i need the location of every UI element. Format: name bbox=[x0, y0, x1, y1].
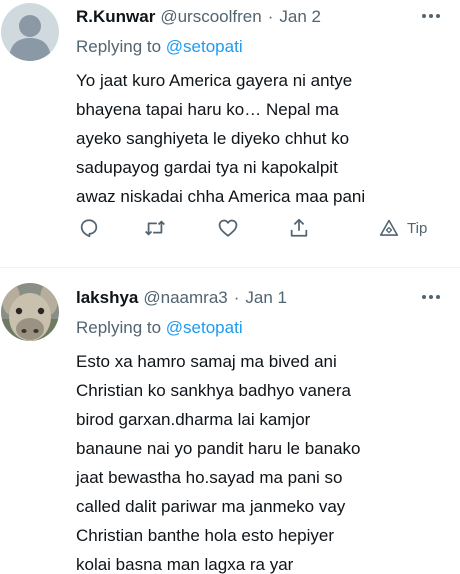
avatar-column bbox=[0, 0, 76, 267]
donkey-photo-avatar bbox=[1, 283, 59, 341]
tip-button[interactable]: Tip bbox=[379, 208, 427, 248]
more-icon bbox=[422, 14, 440, 18]
more-options-button[interactable] bbox=[418, 286, 444, 308]
tweet[interactable]: R.Kunwar @urscoolfren · Jan 2 Replying t… bbox=[0, 0, 460, 267]
avatar-column bbox=[0, 268, 76, 574]
like-icon bbox=[218, 219, 238, 237]
tweet-text: Yo jaat kuro America gayera ni antye bha… bbox=[76, 71, 366, 206]
replying-to: Replying to @setopati bbox=[76, 317, 444, 339]
avatar[interactable] bbox=[1, 283, 59, 341]
tweet[interactable]: lakshya @naamra3 · Jan 1 Replying to @se… bbox=[0, 267, 460, 574]
retweet-button[interactable] bbox=[144, 208, 166, 248]
replying-to-label: Replying to bbox=[76, 318, 162, 337]
tip-icon bbox=[379, 219, 399, 236]
share-icon bbox=[290, 218, 308, 237]
mention-link[interactable]: @setopati bbox=[166, 37, 243, 56]
share-button[interactable] bbox=[288, 208, 310, 248]
reply-icon bbox=[80, 219, 98, 238]
tweet-date[interactable]: Jan 1 bbox=[245, 287, 287, 309]
author-name[interactable]: R.Kunwar bbox=[76, 6, 155, 28]
separator-dot: · bbox=[267, 7, 274, 26]
tweet-content: lakshya @naamra3 · Jan 1 Replying to @se… bbox=[76, 268, 444, 574]
author-handle[interactable]: @urscoolfren bbox=[160, 6, 261, 28]
reply-button[interactable] bbox=[78, 208, 100, 248]
tweet-header: R.Kunwar @urscoolfren · Jan 2 bbox=[76, 6, 444, 28]
author-handle[interactable]: @naamra3 bbox=[143, 287, 227, 309]
tweet-header: lakshya @naamra3 · Jan 1 bbox=[76, 287, 444, 309]
more-options-button[interactable] bbox=[418, 5, 444, 27]
replying-to-label: Replying to bbox=[76, 37, 162, 56]
author-name[interactable]: lakshya bbox=[76, 287, 138, 309]
avatar[interactable] bbox=[1, 3, 59, 61]
tweet-actions: Tip bbox=[76, 208, 444, 248]
tweet-content: R.Kunwar @urscoolfren · Jan 2 Replying t… bbox=[76, 0, 444, 267]
more-icon bbox=[422, 295, 440, 299]
tip-label: Tip bbox=[407, 219, 428, 237]
replying-to: Replying to @setopati bbox=[76, 36, 444, 58]
retweet-icon bbox=[145, 220, 165, 236]
mention-link[interactable]: @setopati bbox=[166, 318, 243, 337]
tweet-date[interactable]: Jan 2 bbox=[279, 6, 321, 28]
default-avatar-icon bbox=[1, 3, 59, 61]
like-button[interactable] bbox=[217, 208, 239, 248]
separator-dot: · bbox=[233, 288, 240, 307]
tweet-text: Esto xa hamro samaj ma bived ani Christi… bbox=[76, 352, 361, 574]
